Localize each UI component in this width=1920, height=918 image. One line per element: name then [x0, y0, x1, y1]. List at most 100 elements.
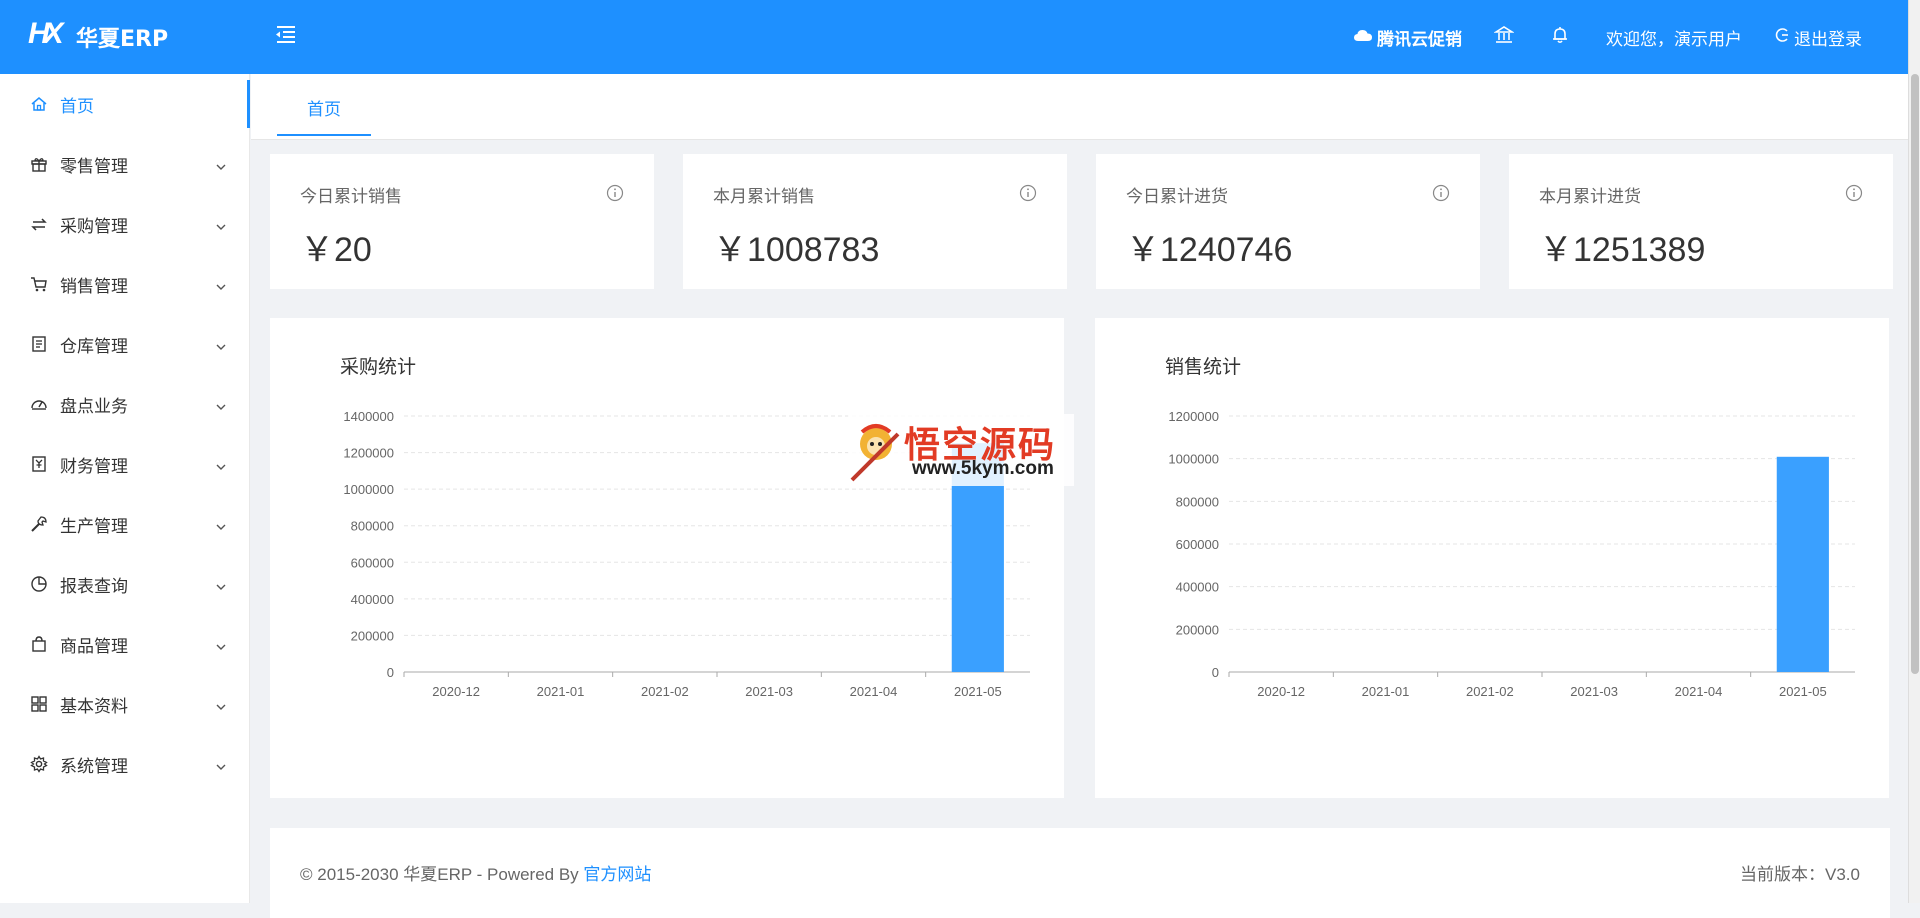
- gift-icon: [30, 155, 48, 173]
- y-tick-label: 1200000: [343, 446, 394, 461]
- y-tick-label: 600000: [1176, 537, 1219, 552]
- sidebar-item-11[interactable]: 系统管理: [0, 734, 249, 794]
- logout-label: 退出登录: [1794, 29, 1862, 49]
- y-tick-label: 400000: [1176, 580, 1219, 595]
- sidebar-item-8[interactable]: 报表查询: [0, 554, 249, 614]
- sidebar-item-label: 采购管理: [60, 216, 128, 236]
- y-tick-label: 1200000: [1168, 409, 1219, 424]
- notification-button[interactable]: [1534, 0, 1590, 74]
- x-tick-label: 2021-03: [1570, 684, 1618, 699]
- x-tick-label: 2020-12: [432, 684, 480, 699]
- watermark-url: www.5kym.com: [912, 458, 1054, 479]
- info-circle-icon[interactable]: [1432, 184, 1450, 202]
- x-tick-label: 2021-05: [954, 684, 1002, 699]
- sidebar-item-0[interactable]: 首页: [0, 74, 250, 134]
- stat-title: 今日累计销售: [300, 187, 402, 206]
- x-tick-label: 2021-04: [1675, 684, 1723, 699]
- bar-2021-05[interactable]: [1776, 456, 1829, 672]
- sidebar-item-label: 商品管理: [60, 636, 128, 656]
- chevron-down-icon: [215, 158, 227, 170]
- y-tick-label: 400000: [351, 592, 394, 607]
- page-scrollbar[interactable]: [1908, 0, 1920, 903]
- sidebar-item-5[interactable]: 盘点业务: [0, 374, 249, 434]
- sidebar: 首页 零售管理采购管理销售管理仓库管理盘点业务财务管理生产管理报表查询商品管理基本…: [0, 74, 250, 903]
- promo-link[interactable]: 腾讯云促销: [1337, 0, 1478, 74]
- brand-logo-text: HX: [28, 17, 64, 50]
- stat-title: 本月累计进货: [1539, 187, 1641, 206]
- sidebar-item-2[interactable]: 采购管理: [0, 194, 249, 254]
- stat-value: ￥1240746: [1126, 231, 1293, 269]
- copyright-text: © 2015-2030 华夏ERP - Powered By: [300, 865, 584, 884]
- y-tick-label: 1400000: [343, 409, 394, 424]
- y-tick-label: 200000: [1176, 622, 1219, 637]
- dashboard-icon: [30, 395, 48, 413]
- brand-logo: HX: [28, 17, 64, 57]
- footer: © 2015-2030 华夏ERP - Powered By 官方网站 当前版本…: [270, 828, 1890, 918]
- sidebar-item-label: 基本资料: [60, 696, 128, 716]
- brand[interactable]: HX 华夏ERP: [0, 0, 250, 74]
- scrollbar-thumb[interactable]: [1911, 74, 1919, 674]
- stat-value: ￥1008783: [713, 231, 880, 269]
- stat-card-today-purchase: 今日累计进货 ￥1240746: [1096, 154, 1480, 289]
- stat-title: 今日累计进货: [1126, 187, 1228, 206]
- sidebar-item-label: 盘点业务: [60, 396, 128, 416]
- sidebar-item-label: 仓库管理: [60, 336, 128, 356]
- y-tick-label: 800000: [1176, 494, 1219, 509]
- welcome-text: 欢迎您，演示用户: [1606, 29, 1742, 49]
- logout-icon: [1774, 27, 1794, 48]
- sidebar-item-label: 系统管理: [60, 756, 128, 776]
- x-tick-label: 2021-01: [537, 684, 585, 699]
- y-tick-label: 1000000: [343, 482, 394, 497]
- menu-fold-icon[interactable]: [272, 22, 298, 48]
- stat-value: ￥20: [300, 231, 372, 269]
- sidebar-item-label: 报表查询: [60, 576, 128, 596]
- logout-button[interactable]: 退出登录: [1758, 0, 1878, 74]
- user-menu[interactable]: 欢迎您，演示用户: [1590, 0, 1758, 74]
- sidebar-item-3[interactable]: 销售管理: [0, 254, 249, 314]
- cloud-icon: [1353, 27, 1377, 48]
- x-tick-label: 2021-02: [1466, 684, 1514, 699]
- chevron-down-icon: [215, 278, 227, 290]
- sidebar-item-4[interactable]: 仓库管理: [0, 314, 249, 374]
- setting-icon: [30, 755, 48, 773]
- chevron-down-icon: [215, 518, 227, 530]
- sidebar-item-9[interactable]: 商品管理: [0, 614, 249, 674]
- x-tick-label: 2021-05: [1779, 684, 1827, 699]
- bank-button[interactable]: [1478, 0, 1534, 74]
- info-circle-icon[interactable]: [606, 184, 624, 202]
- stat-card-today-sales: 今日累计销售 ￥20: [270, 154, 654, 289]
- promo-label: 腾讯云促销: [1377, 29, 1462, 49]
- sidebar-item-7[interactable]: 生产管理: [0, 494, 249, 554]
- chevron-down-icon: [215, 698, 227, 710]
- shopping-icon: [30, 635, 48, 653]
- y-tick-label: 0: [387, 665, 394, 680]
- chevron-down-icon: [215, 578, 227, 590]
- sidebar-item-6[interactable]: 财务管理: [0, 434, 249, 494]
- bank-icon: [1493, 25, 1518, 50]
- version-text: 当前版本：V3.0: [1740, 865, 1860, 884]
- official-site-link[interactable]: 官方网站: [583, 865, 651, 884]
- y-tick-label: 200000: [351, 628, 394, 643]
- swap-icon: [30, 215, 48, 233]
- appstore-icon: [30, 695, 48, 713]
- stat-title: 本月累计销售: [713, 187, 815, 206]
- info-circle-icon[interactable]: [1845, 184, 1863, 202]
- header-actions: 腾讯云促销 欢迎您，演示用户 退出登录: [1337, 0, 1878, 74]
- tab-home[interactable]: 首页: [277, 80, 371, 136]
- x-tick-label: 2021-04: [850, 684, 898, 699]
- sidebar-item-label: 生产管理: [60, 516, 128, 536]
- sidebar-item-label: 销售管理: [60, 276, 128, 296]
- sidebar-item-10[interactable]: 基本资料: [0, 674, 249, 734]
- chevron-down-icon: [215, 338, 227, 350]
- chevron-down-icon: [215, 398, 227, 410]
- stat-card-month-purchase: 本月累计进货 ￥1251389: [1509, 154, 1893, 289]
- sidebar-item-1[interactable]: 零售管理: [0, 134, 249, 194]
- stat-card-month-sales: 本月累计销售 ￥1008783: [683, 154, 1067, 289]
- y-tick-label: 800000: [351, 519, 394, 534]
- bell-icon: [1550, 25, 1574, 50]
- y-tick-label: 0: [1212, 665, 1219, 680]
- cart-icon: [30, 275, 48, 293]
- chevron-down-icon: [215, 218, 227, 230]
- info-circle-icon[interactable]: [1019, 184, 1037, 202]
- purchase-chart-card: 采购统计 0 200000 400000 600000 800000 1000000 120…: [270, 318, 1064, 798]
